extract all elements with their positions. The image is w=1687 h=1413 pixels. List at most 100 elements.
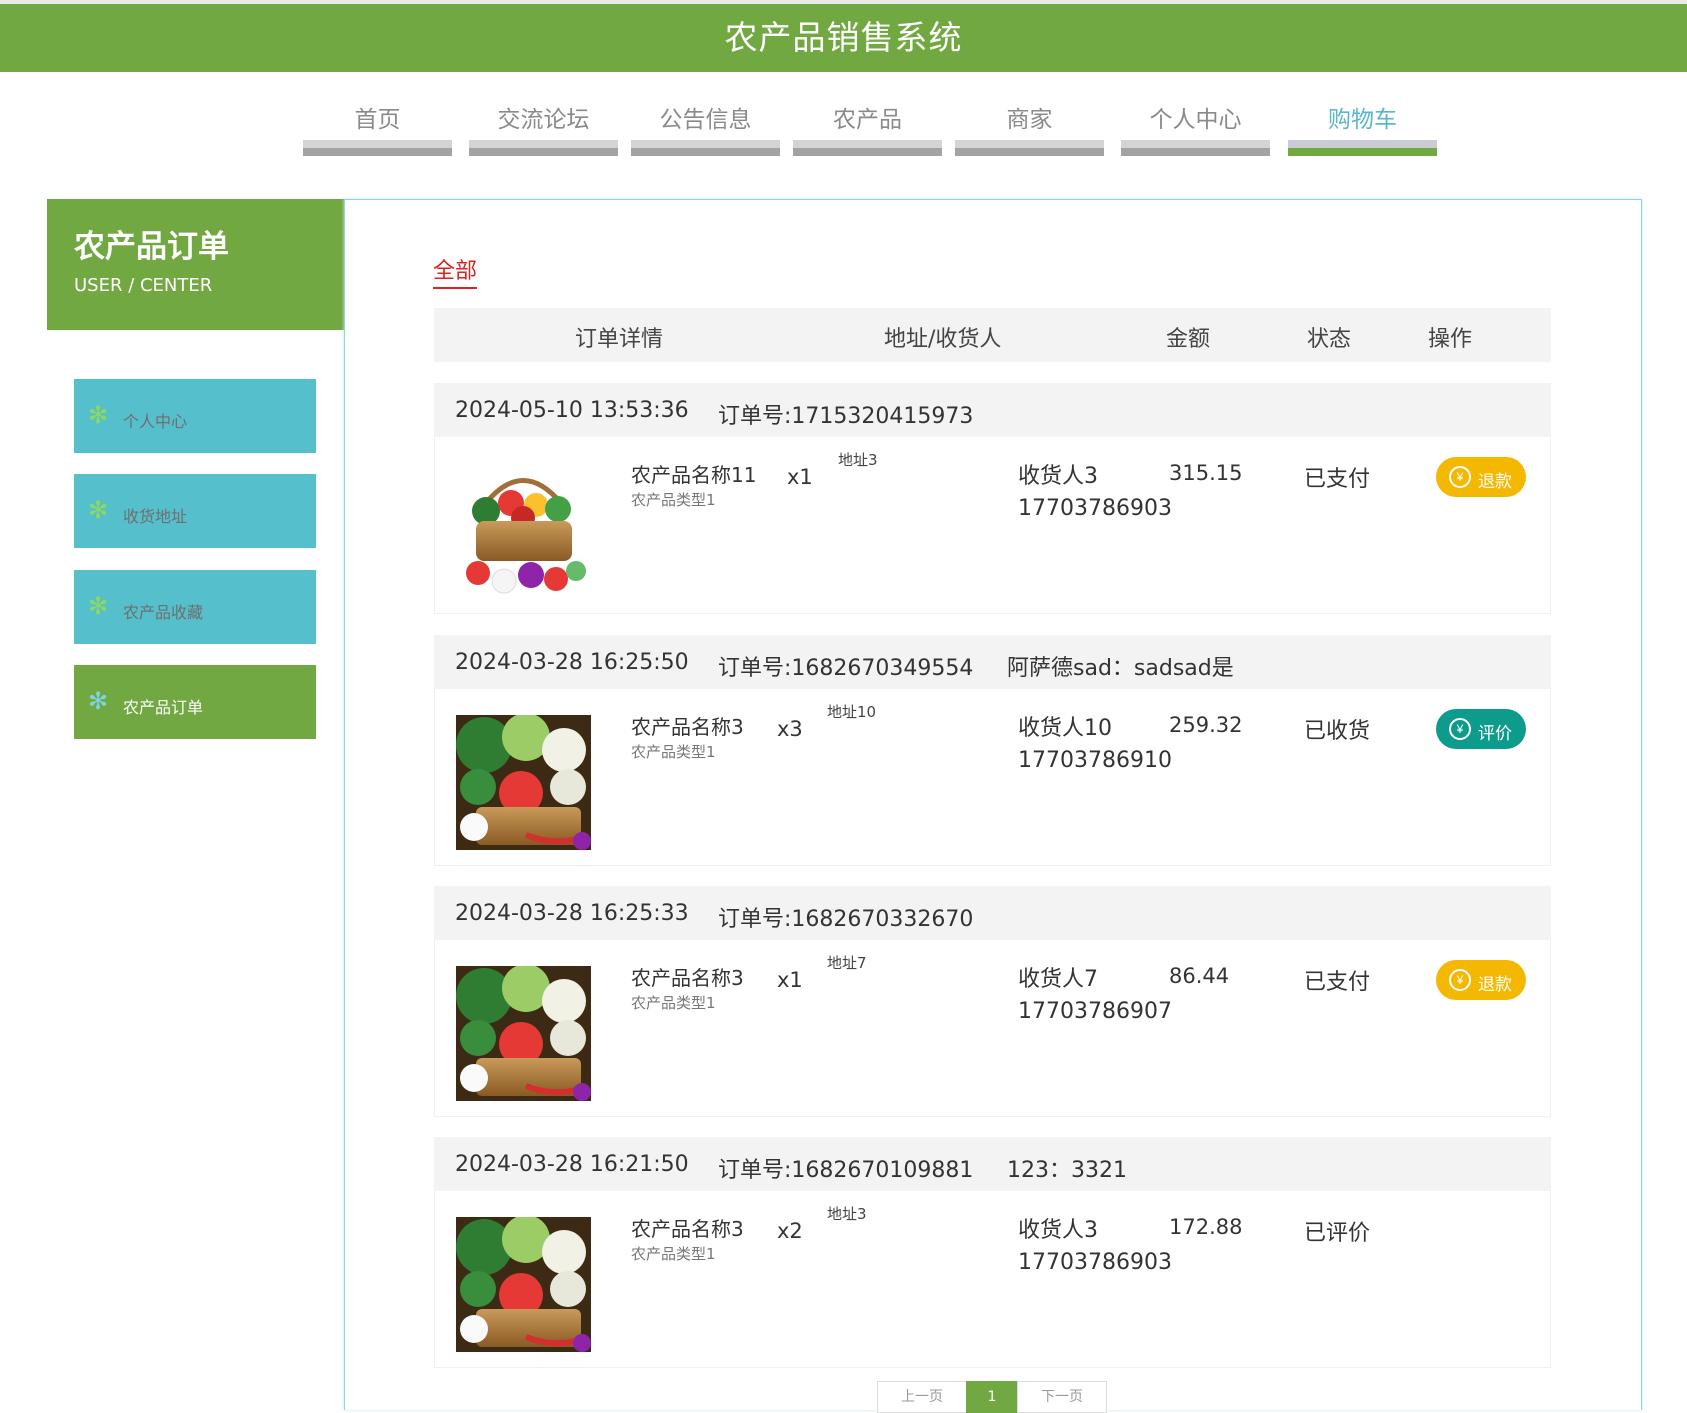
- order-status: 已支付: [1304, 467, 1371, 492]
- sidebar-item-favorites[interactable]: ✻ 农产品收藏: [74, 570, 316, 644]
- order-number: 订单号:1715320415973: [718, 404, 974, 429]
- col-action: 操作: [1428, 327, 1473, 352]
- receiver-phone: 17703786903: [1018, 1250, 1172, 1275]
- nav-underline: [793, 140, 942, 148]
- nav-underline-base: [631, 148, 780, 156]
- product-image[interactable]: [456, 1217, 591, 1352]
- nav-underline-base: [1288, 148, 1437, 156]
- yen-icon: ¥: [1449, 718, 1471, 740]
- sidebar-item-user-center[interactable]: ✻ 个人中心: [74, 379, 316, 453]
- product-type: 农产品类型1: [631, 743, 716, 761]
- product-type: 农产品类型1: [631, 1245, 716, 1263]
- sidebar-header: 农产品订单 USER / CENTER: [47, 199, 345, 330]
- site-title: 农产品销售系统: [724, 18, 963, 57]
- product-qty: x1: [787, 465, 813, 489]
- order-body: 农产品名称3 农产品类型1 x1 地址7 收货人7 17703786907 86…: [434, 940, 1551, 1117]
- product-name[interactable]: 农产品名称11: [631, 459, 756, 488]
- order-card: 2024-03-28 16:25:33 订单号:1682670332670 农产…: [434, 886, 1551, 1118]
- product-image[interactable]: [456, 966, 591, 1101]
- order-card: 2024-03-28 16:21:50 订单号:1682670109881 12…: [434, 1137, 1551, 1369]
- page-1-button[interactable]: 1: [966, 1381, 1018, 1413]
- sidebar-item-label: 收货地址: [123, 507, 188, 526]
- order-note: 阿萨德sad：sadsad是: [1007, 656, 1234, 681]
- button-label: 退款: [1478, 975, 1512, 994]
- product-name[interactable]: 农产品名称3: [631, 711, 744, 740]
- receiver-info: 收货人7 17703786907: [1018, 964, 1172, 1028]
- nav-item-user-center[interactable]: 个人中心: [1121, 94, 1270, 158]
- order-address: 地址3: [827, 1205, 867, 1223]
- nav-item-home[interactable]: 首页: [303, 94, 452, 158]
- order-body: 农产品名称3 农产品类型1 x3 地址10 收货人10 17703786910 …: [434, 689, 1551, 866]
- sidebar-item-label: 农产品订单: [123, 698, 204, 717]
- product-name[interactable]: 农产品名称3: [631, 1213, 744, 1242]
- nav-item-notice[interactable]: 公告信息: [631, 94, 780, 158]
- review-button[interactable]: ¥ 评价: [1436, 709, 1526, 749]
- col-amount: 金额: [1166, 327, 1211, 352]
- refund-button[interactable]: ¥ 退款: [1436, 960, 1526, 1000]
- sidebar-item-label: 农产品收藏: [123, 603, 204, 622]
- order-header: 2024-03-28 16:21:50 订单号:1682670109881 12…: [434, 1137, 1551, 1191]
- nav-item-forum[interactable]: 交流论坛: [469, 94, 618, 158]
- nav-underline-base: [303, 148, 452, 156]
- order-note: 123：3321: [1007, 1158, 1127, 1183]
- sidebar-item-address[interactable]: ✻ 收货地址: [74, 474, 316, 548]
- order-address: 地址10: [827, 703, 877, 721]
- nav-item-label: 农产品: [833, 107, 902, 133]
- nav-underline: [303, 140, 452, 148]
- order-amount: 172.88: [1169, 1215, 1243, 1239]
- order-time: 2024-03-28 16:21:50: [455, 1152, 689, 1177]
- vegetable-basket-image: [456, 966, 591, 1101]
- receiver-info: 收货人10 17703786910: [1018, 713, 1172, 777]
- nav-item-label: 公告信息: [659, 107, 752, 133]
- nav-underline: [1288, 140, 1437, 148]
- order-status: 已收货: [1304, 719, 1371, 744]
- order-time: 2024-03-28 16:25:33: [455, 901, 689, 926]
- refund-button[interactable]: ¥ 退款: [1436, 457, 1526, 497]
- product-name[interactable]: 农产品名称3: [631, 962, 744, 991]
- receiver-phone: 17703786907: [1018, 999, 1172, 1024]
- tab-all[interactable]: 全部: [433, 253, 478, 289]
- receiver-info: 收货人3 17703786903: [1018, 1215, 1172, 1279]
- main-nav: 首页 交流论坛 公告信息 农产品 商家 个人中心 购物车: [0, 94, 1687, 164]
- nav-item-label: 购物车: [1328, 107, 1397, 133]
- order-status: 已支付: [1304, 970, 1371, 995]
- receiver-name: 收货人10: [1018, 716, 1112, 741]
- nav-item-merchants[interactable]: 商家: [955, 94, 1104, 158]
- snowflake-icon: ✻: [88, 401, 109, 429]
- order-card: 2024-05-10 13:53:36 订单号:1715320415973 农产: [434, 383, 1551, 615]
- product-qty: x2: [777, 1219, 803, 1243]
- order-status: 已评价: [1304, 1221, 1371, 1246]
- order-header: 2024-03-28 16:25:33 订单号:1682670332670: [434, 886, 1551, 940]
- yen-icon: ¥: [1449, 969, 1471, 991]
- receiver-info: 收货人3 17703786903: [1018, 461, 1172, 525]
- snowflake-icon: ✻: [88, 687, 109, 715]
- order-amount: 315.15: [1169, 461, 1243, 485]
- order-amount: 259.32: [1169, 713, 1243, 737]
- table-header: 订单详情 地址/收货人 金额 状态 操作: [434, 308, 1551, 362]
- product-qty: x3: [777, 717, 803, 741]
- nav-item-cart[interactable]: 购物车: [1288, 94, 1437, 158]
- order-body: 农产品名称11 农产品类型1 x1 地址3 收货人3 17703786903 3…: [434, 437, 1551, 614]
- receiver-name: 收货人3: [1018, 1218, 1098, 1243]
- order-card: 2024-03-28 16:25:50 订单号:1682670349554 阿萨…: [434, 635, 1551, 867]
- next-page-button[interactable]: 下一页: [1017, 1381, 1107, 1413]
- nav-underline: [955, 140, 1104, 148]
- vegetable-basket-image: [456, 1217, 591, 1352]
- product-image[interactable]: [456, 463, 591, 598]
- order-number: 订单号:1682670109881: [718, 1158, 974, 1183]
- sidebar-item-orders[interactable]: ✻ 农产品订单: [74, 665, 316, 739]
- order-address: 地址7: [827, 954, 867, 972]
- product-image[interactable]: [456, 715, 591, 850]
- order-address: 地址3: [838, 451, 878, 469]
- nav-underline-base: [469, 148, 618, 156]
- nav-item-label: 交流论坛: [497, 107, 590, 133]
- product-type: 农产品类型1: [631, 491, 716, 509]
- sidebar-title: 农产品订单: [74, 229, 229, 265]
- sidebar-item-label: 个人中心: [123, 412, 188, 431]
- prev-page-button[interactable]: 上一页: [877, 1381, 967, 1413]
- nav-underline: [469, 140, 618, 148]
- receiver-phone: 17703786910: [1018, 748, 1172, 773]
- nav-item-products[interactable]: 农产品: [793, 94, 942, 158]
- nav-item-label: 商家: [1006, 107, 1053, 133]
- order-body: 农产品名称3 农产品类型1 x2 地址3 收货人3 17703786903 17…: [434, 1191, 1551, 1368]
